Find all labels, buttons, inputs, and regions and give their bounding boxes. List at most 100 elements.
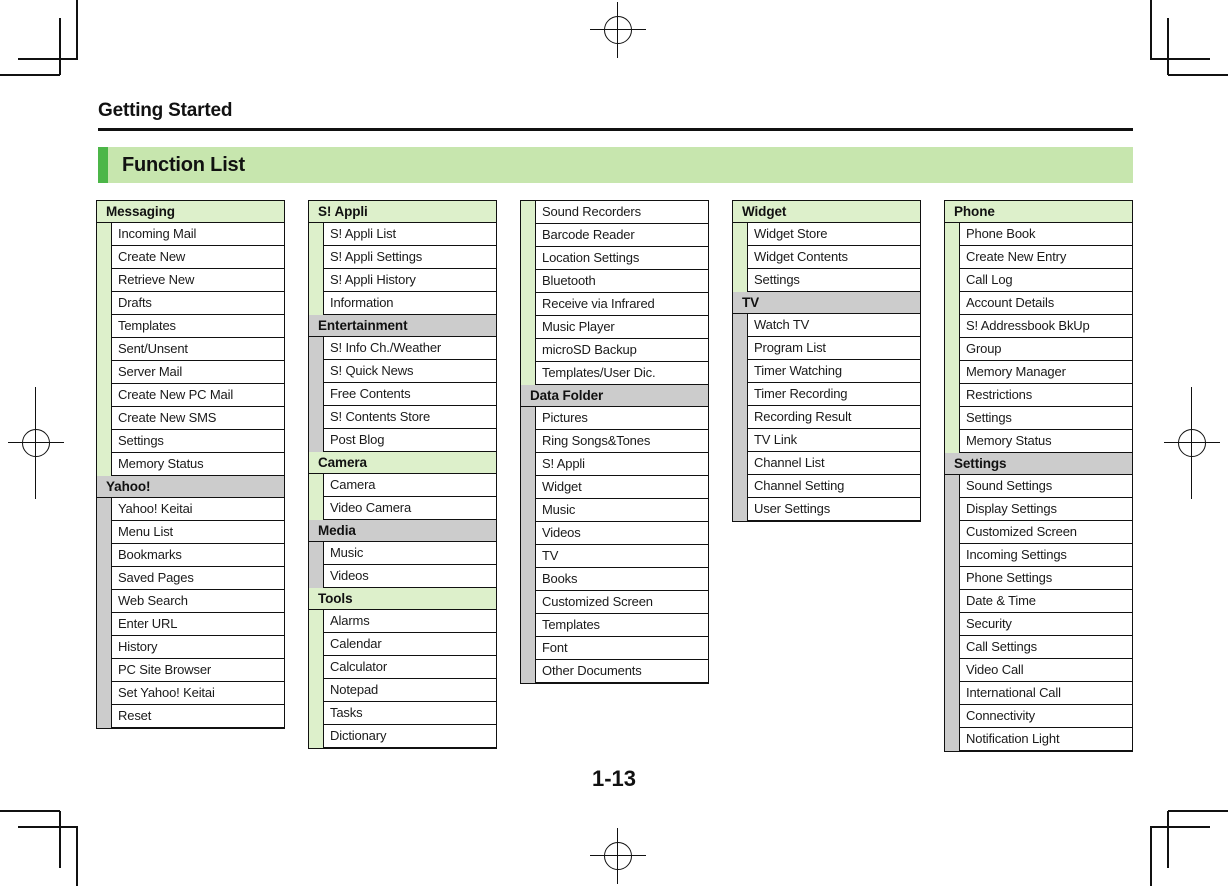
group-header-camera: Camera (309, 452, 496, 474)
function-item-row: TV (521, 545, 708, 568)
function-item-s-quick-news: S! Quick News (323, 360, 496, 383)
function-item-date-time: Date & Time (959, 590, 1132, 613)
function-item-calculator: Calculator (323, 656, 496, 679)
function-item-row: Connectivity (945, 705, 1132, 728)
function-item-incoming-settings: Incoming Settings (959, 544, 1132, 567)
group-gutter (521, 339, 535, 362)
function-item-row: Music (521, 499, 708, 522)
group-body-entertainment: S! Info Ch./Weather S! Quick News Free Con… (309, 337, 496, 452)
group-gutter (945, 544, 959, 567)
function-item-templates: Templates (111, 315, 284, 338)
function-item-program-list: Program List (747, 337, 920, 360)
group-gutter (97, 521, 111, 544)
function-item-tasks: Tasks (323, 702, 496, 725)
function-item-row: Dictionary (309, 725, 496, 748)
group-gutter (521, 247, 535, 270)
function-column-5: Phone Phone Book Create New Entry Call Log A… (944, 200, 1133, 752)
group-header-s-appli: S! Appli (309, 201, 496, 223)
group-gutter (309, 269, 323, 292)
function-item-row: Phone Book (945, 223, 1132, 246)
function-item-row: Ring Songs&Tones (521, 430, 708, 453)
function-item-row: Music (309, 542, 496, 565)
function-item-s-contents-store: S! Contents Store (323, 406, 496, 429)
section-banner: Function List (98, 147, 1133, 183)
function-item-templates: Templates (535, 614, 708, 637)
function-item-row: Date & Time (945, 590, 1132, 613)
function-item-information: Information (323, 292, 496, 315)
group-gutter (97, 315, 111, 338)
group-header-data-folder: Data Folder (521, 385, 708, 407)
function-item-create-new: Create New (111, 246, 284, 269)
function-item-row: Settings (733, 269, 920, 292)
function-item-sound-recorders: Sound Recorders (535, 201, 708, 224)
function-item-row: Recording Result (733, 406, 920, 429)
group-gutter (97, 636, 111, 659)
function-item-row: Retrieve New (97, 269, 284, 292)
group-gutter (309, 360, 323, 383)
function-item-video-call: Video Call (959, 659, 1132, 682)
function-item-memory-status: Memory Status (959, 430, 1132, 453)
function-item-settings: Settings (111, 430, 284, 453)
group-gutter (521, 293, 535, 316)
function-item-row: Memory Status (945, 430, 1132, 453)
function-item-row: Video Camera (309, 497, 496, 520)
function-item-pictures: Pictures (535, 407, 708, 430)
function-item-drafts: Drafts (111, 292, 284, 315)
function-item-camera: Camera (323, 474, 496, 497)
function-item-row: Program List (733, 337, 920, 360)
function-group-widget: Widget Widget Store Widget Contents Setting… (732, 200, 921, 292)
group-gutter (945, 659, 959, 682)
function-group-tv: TV Watch TV Program List Timer Watching Time… (732, 292, 921, 522)
function-item-receive-via-infrared: Receive via Infrared (535, 293, 708, 316)
function-item-tv-link: TV Link (747, 429, 920, 452)
function-item-web-search: Web Search (111, 590, 284, 613)
function-item-row: Menu List (97, 521, 284, 544)
group-gutter (309, 429, 323, 452)
group-gutter (945, 269, 959, 292)
function-item-font: Font (535, 637, 708, 660)
group-gutter (309, 702, 323, 725)
function-item-call-settings: Call Settings (959, 636, 1132, 659)
function-item-row: Customized Screen (521, 591, 708, 614)
function-item-row: Settings (97, 430, 284, 453)
function-item-row: S! Appli History (309, 269, 496, 292)
function-item-customized-screen: Customized Screen (535, 591, 708, 614)
function-item-row: Reset (97, 705, 284, 728)
function-item-row: Templates (521, 614, 708, 637)
function-list-columns: Messaging Incoming Mail Create New Retrieve… (96, 200, 1136, 752)
function-item-row: Calculator (309, 656, 496, 679)
function-item-memory-manager: Memory Manager (959, 361, 1132, 384)
function-item-settings: Settings (959, 407, 1132, 430)
function-item-row: Books (521, 568, 708, 591)
function-item-server-mail: Server Mail (111, 361, 284, 384)
function-item-channel-setting: Channel Setting (747, 475, 920, 498)
group-header-messaging: Messaging (97, 201, 284, 223)
function-group-data-folder: Data Folder Pictures Ring Songs&Tones S! Ap… (520, 385, 709, 684)
function-group-s-appli: S! Appli S! Appli List S! Appli Settings S!… (308, 200, 497, 315)
function-item-row: Timer Recording (733, 383, 920, 406)
group-gutter (309, 679, 323, 702)
chapter-title: Getting Started (98, 100, 233, 121)
function-item-ring-songs-tones: Ring Songs&Tones (535, 430, 708, 453)
group-header-yahoo: Yahoo! (97, 476, 284, 498)
group-gutter (945, 338, 959, 361)
function-item-row: Notification Light (945, 728, 1132, 751)
group-gutter (521, 362, 535, 385)
function-item-retrieve-new: Retrieve New (111, 269, 284, 292)
function-item-other-documents: Other Documents (535, 660, 708, 683)
function-item-calendar: Calendar (323, 633, 496, 656)
function-item-display-settings: Display Settings (959, 498, 1132, 521)
function-item-row: S! Quick News (309, 360, 496, 383)
function-item-row: Camera (309, 474, 496, 497)
function-item-row: Account Details (945, 292, 1132, 315)
function-item-customized-screen: Customized Screen (959, 521, 1132, 544)
group-body-tools: Alarms Calendar Calculator Notepad Tasks Dict… (309, 610, 496, 748)
function-item-dictionary: Dictionary (323, 725, 496, 748)
group-body-phone: Phone Book Create New Entry Call Log Accoun… (945, 223, 1132, 453)
group-gutter (945, 498, 959, 521)
function-item-free-contents: Free Contents (323, 383, 496, 406)
function-item-music: Music (323, 542, 496, 565)
group-body-tv: Watch TV Program List Timer Watching Timer … (733, 314, 920, 521)
group-gutter (521, 316, 535, 339)
group-body-widget: Widget Store Widget Contents Settings (733, 223, 920, 292)
